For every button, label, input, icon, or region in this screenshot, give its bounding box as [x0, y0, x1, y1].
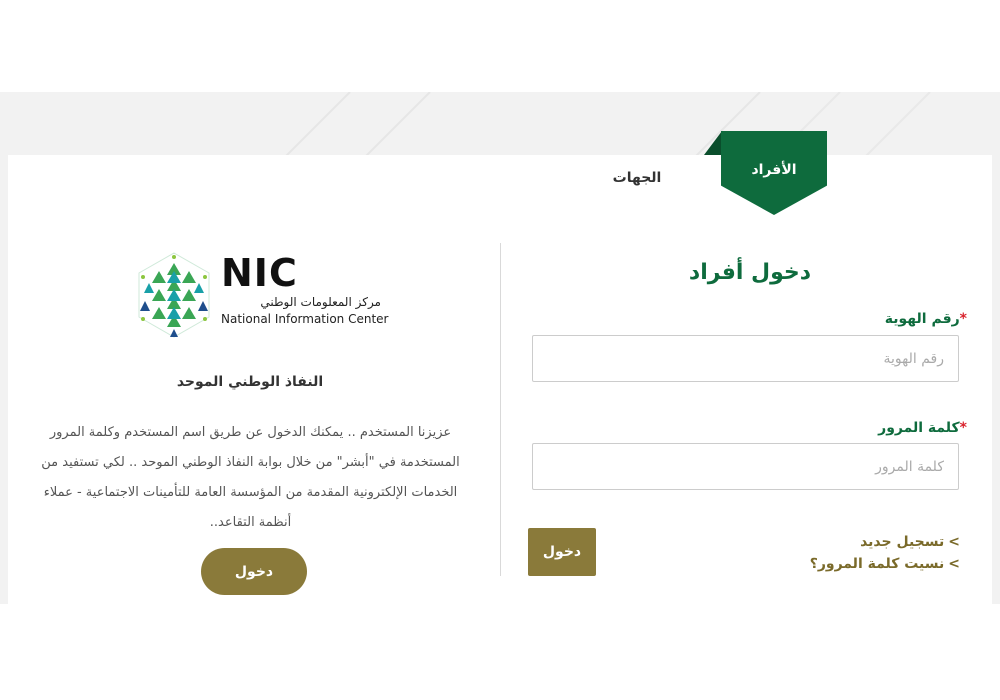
- password-input[interactable]: [532, 443, 959, 490]
- nic-panel-title: النفاذ الوطني الموحد: [176, 374, 324, 390]
- nic-hexagon-icon: [138, 252, 210, 338]
- nic-logo: NIC مركز المعلومات الوطني National Infor…: [133, 249, 393, 341]
- id-label: *رقم الهوية: [885, 311, 973, 327]
- id-required-mark: *: [959, 311, 967, 327]
- register-link[interactable]: >تسجيل جديد: [860, 534, 960, 550]
- panel-divider: [500, 243, 501, 576]
- login-button[interactable]: دخول: [528, 528, 596, 576]
- nic-login-button[interactable]: دخول: [201, 548, 307, 595]
- nic-logo-abbrev: NIC: [221, 251, 298, 295]
- register-chevron-icon: >: [948, 534, 960, 550]
- form-title: دخول أفراد: [688, 260, 812, 285]
- id-label-text: رقم الهوية: [884, 311, 960, 327]
- id-number-input[interactable]: [532, 335, 959, 382]
- nic-logo-arabic: مركز المعلومات الوطني: [260, 295, 381, 309]
- forgot-link-text: نسيت كلمة المرور؟: [809, 556, 945, 572]
- nic-logo-english: National Information Center: [221, 312, 389, 326]
- nic-panel-description: عزيزنا المستخدم .. يمكنك الدخول عن طريق …: [41, 425, 460, 530]
- register-link-text: تسجيل جديد: [860, 534, 945, 550]
- tab-individuals-label: الأفراد: [751, 162, 797, 178]
- forgot-chevron-icon: >: [948, 556, 960, 572]
- tab-entities[interactable]: الجهات: [600, 170, 674, 190]
- password-label: *كلمة المرور: [878, 420, 973, 436]
- password-required-mark: *: [959, 420, 967, 436]
- password-label-text: كلمة المرور: [878, 420, 960, 436]
- tab-entities-label: الجهات: [612, 170, 662, 186]
- forgot-password-link[interactable]: >نسيت كلمة المرور؟: [810, 556, 960, 572]
